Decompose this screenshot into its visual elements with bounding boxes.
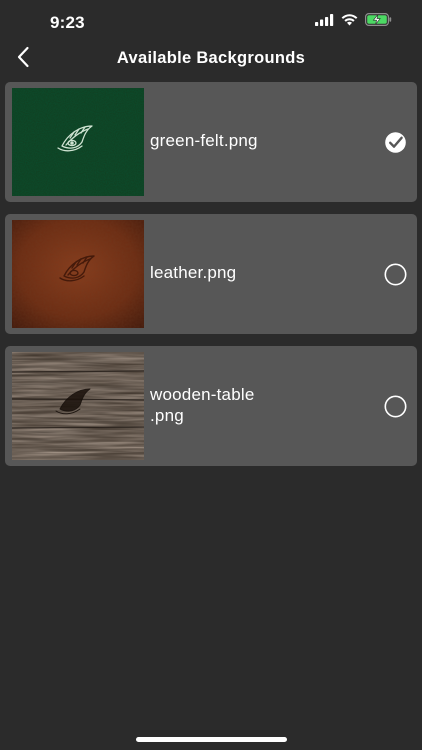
green-felt-thumbnail	[12, 88, 144, 196]
background-label-green-felt: green-felt.png	[150, 131, 258, 150]
selected-checkmark-icon[interactable]	[384, 131, 407, 154]
background-option-green-felt[interactable]: green-felt.png	[5, 82, 417, 202]
home-indicator	[136, 737, 287, 742]
background-label-leather: leather.png	[150, 263, 237, 282]
status-time: 9:23	[50, 13, 85, 32]
status-icons	[315, 13, 392, 31]
leather-thumbnail	[12, 220, 144, 328]
background-option-leather[interactable]: leather.png	[5, 214, 417, 334]
background-label-wooden-table: wooden-table .png	[150, 385, 255, 425]
navigation-bar: Available Backgrounds	[0, 44, 422, 74]
wifi-icon	[341, 13, 358, 31]
background-option-wooden-table[interactable]: wooden-table .png	[5, 346, 417, 466]
page-title: Available Backgrounds	[116, 49, 306, 67]
unselected-radio-icon[interactable]	[384, 263, 407, 286]
cellular-signal-icon	[315, 13, 334, 31]
wooden-table-thumbnail	[12, 352, 144, 460]
battery-charging-icon	[365, 13, 392, 31]
backgrounds-list: green-felt.png leather.png wooden-table …	[5, 82, 417, 478]
status-bar: 9:23	[0, 0, 422, 44]
unselected-radio-icon[interactable]	[384, 395, 407, 418]
